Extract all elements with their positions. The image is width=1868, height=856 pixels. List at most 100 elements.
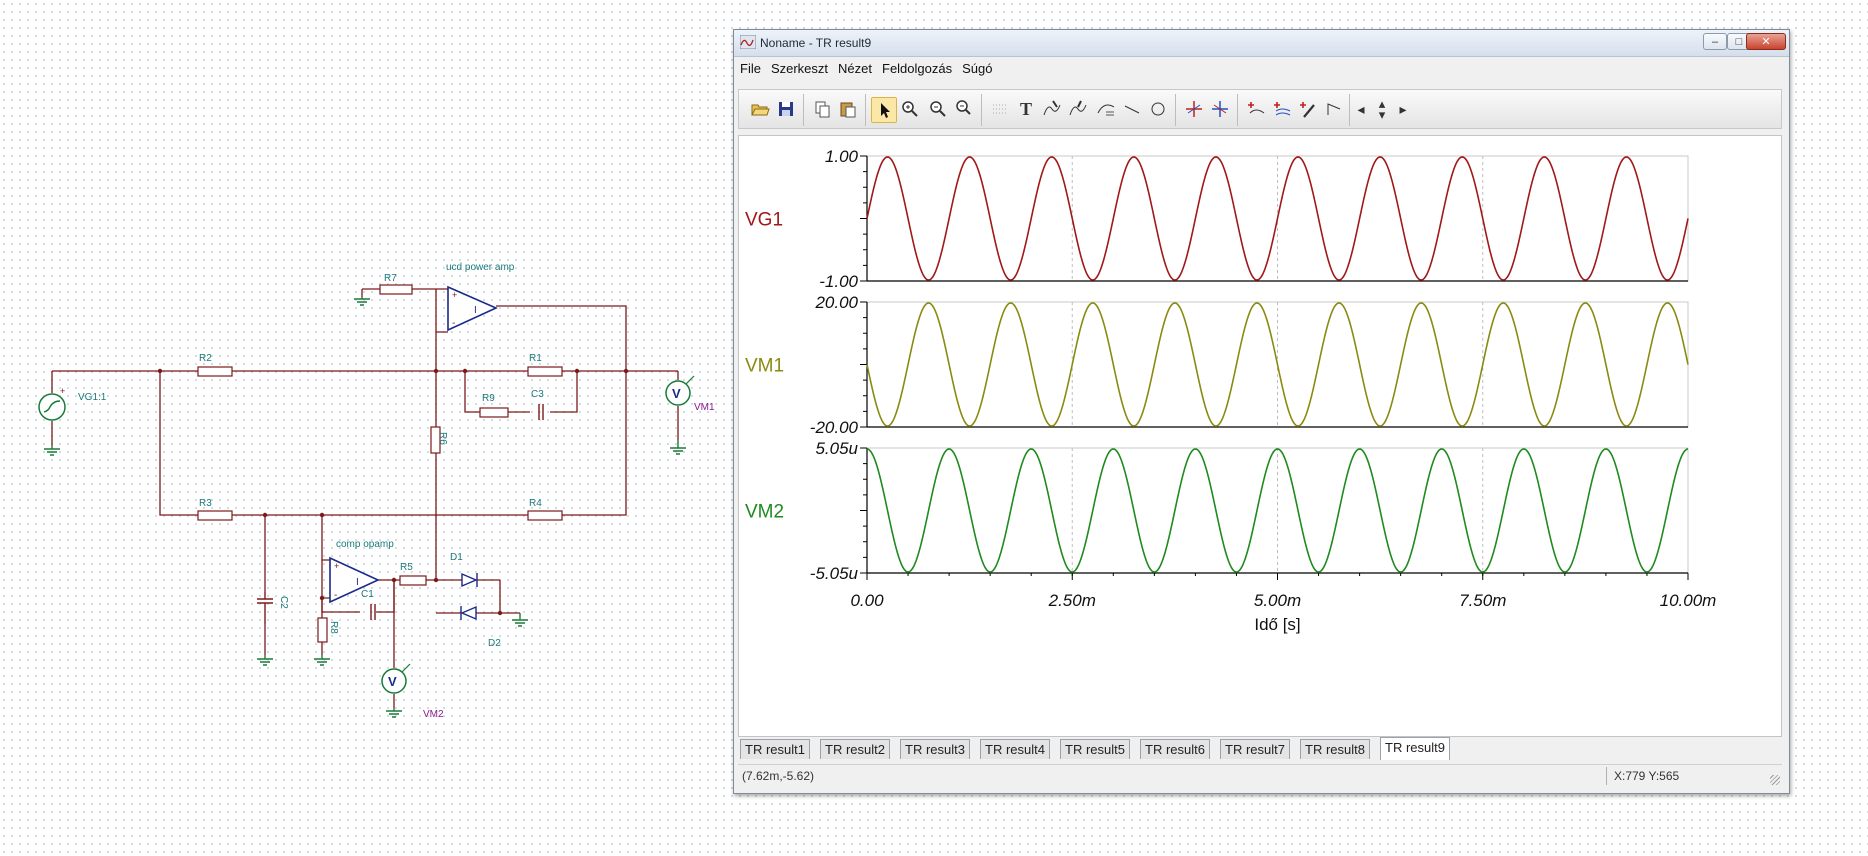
pen-icon[interactable] [1295, 97, 1321, 123]
svg-text:R7: R7 [384, 273, 397, 284]
tab-tr-result6[interactable]: TR result6 [1140, 739, 1210, 759]
r5-body [399, 575, 427, 586]
vm1-meter: V [665, 371, 695, 440]
tab-tr-result8[interactable]: TR result8 [1300, 739, 1370, 759]
copy-icon[interactable] [809, 97, 835, 123]
curve-icon[interactable] [1093, 97, 1119, 123]
line-icon[interactable] [1119, 97, 1145, 123]
y-tick-label-vg1-bottom: -1.00 [819, 272, 858, 291]
svg-text:C1: C1 [361, 589, 374, 600]
tab-tr-result5[interactable]: TR result5 [1060, 739, 1130, 759]
toolbar-separator [981, 94, 982, 126]
r9-body [479, 407, 509, 418]
status-bar: (7.62m,-5.62) X:779 Y:565 [738, 764, 1782, 787]
zoom-100-icon[interactable] [951, 97, 977, 123]
menu-nezet[interactable]: Nézet [832, 57, 876, 76]
series-label-vm2: VM2 [745, 502, 784, 523]
x-tick-label: 5.00m [1254, 591, 1301, 610]
svg-text:R8: R8 [328, 621, 339, 634]
status-mouse-position: X:779 Y:565 [1614, 769, 1680, 783]
toolbar-separator [803, 94, 804, 126]
cursor-a-icon[interactable] [1039, 97, 1065, 123]
marker-b-icon[interactable] [1207, 97, 1233, 123]
text-icon[interactable]: T [1013, 97, 1039, 123]
y-tick-label-vm2-bottom: -5.05u [810, 564, 859, 583]
resize-grip-icon[interactable] [1770, 775, 1780, 785]
tab-tr-result1[interactable]: TR result1 [740, 739, 810, 759]
minimize-button[interactable]: – [1703, 33, 1727, 50]
add-curve-icon[interactable] [1243, 97, 1269, 123]
series-label-vm1: VM1 [745, 356, 784, 377]
diodes [460, 572, 478, 621]
window-title: Noname - TR result9 [760, 36, 872, 50]
pointer-icon[interactable] [871, 97, 897, 123]
toolbar-separator [1175, 94, 1176, 126]
junctions [157, 368, 629, 616]
arrow-updown-icon[interactable]: ▴ ▾ [1371, 97, 1393, 123]
chart: 1.00 -1.00 VG1 20.00 -20.00 VM1 5.05u -5.05u VM2… [745, 147, 1716, 634]
arrow-left-icon[interactable]: ◂ [1353, 97, 1369, 123]
paste-icon[interactable] [835, 97, 861, 123]
close-button[interactable]: ✕ [1746, 33, 1786, 50]
circle-icon[interactable] [1145, 97, 1171, 123]
svg-text:+: + [452, 290, 457, 300]
r7-body [379, 284, 413, 295]
svg-text:-: - [452, 318, 455, 329]
svg-text:R3: R3 [199, 498, 212, 509]
x-tick-label: 0.00 [850, 591, 884, 610]
svg-text:R4: R4 [529, 498, 542, 509]
arrow-down-glyph: ▾ [1378, 107, 1386, 122]
step-icon[interactable] [1321, 97, 1347, 123]
status-cursor-value: (7.62m,-5.62) [742, 769, 815, 783]
save-icon[interactable] [773, 97, 799, 123]
svg-text:VG1:1: VG1:1 [78, 392, 107, 403]
svg-text:-: - [334, 590, 337, 601]
ground-symbols [44, 297, 686, 718]
menu-feldolgozas[interactable]: Feldolgozás [876, 57, 956, 76]
tab-tr-result7[interactable]: TR result7 [1220, 739, 1290, 759]
svg-text:V: V [672, 386, 681, 401]
r2-body [197, 366, 233, 377]
svg-text:R1: R1 [529, 353, 542, 364]
app-icon [740, 35, 756, 49]
r1-body [527, 366, 563, 377]
svg-text:R6: R6 [437, 432, 448, 445]
toolbar-separator [1349, 94, 1350, 126]
add-multi-icon[interactable] [1269, 97, 1295, 123]
resistors [197, 284, 563, 643]
tab-tr-result2[interactable]: TR result2 [820, 739, 890, 759]
cursor-b-icon[interactable] [1065, 97, 1091, 123]
menu-szerkeszt[interactable]: Szerkeszt [765, 57, 832, 76]
svg-text:D1: D1 [450, 552, 463, 563]
arrow-right-icon[interactable]: ▸ [1395, 97, 1411, 123]
menu-file[interactable]: File [734, 57, 765, 76]
menu-sugo[interactable]: Súgó [956, 57, 996, 76]
zoom-in-icon[interactable] [897, 97, 923, 123]
r4-body [527, 510, 563, 521]
zoom-out-icon[interactable] [925, 97, 951, 123]
y-tick-label-vm1-bottom: -20.00 [810, 418, 859, 437]
ucd-power-amp: + - I [447, 285, 498, 332]
grid-icon[interactable] [987, 97, 1013, 123]
marker-a-icon[interactable] [1181, 97, 1207, 123]
svg-text:R9: R9 [482, 393, 495, 404]
tab-tr-result4[interactable]: TR result4 [980, 739, 1050, 759]
tab-tr-result9[interactable]: TR result9 [1380, 737, 1450, 760]
svg-text:ucd power amp: ucd power amp [446, 262, 515, 273]
svg-text:+: + [60, 386, 65, 396]
svg-text:C2: C2 [278, 596, 289, 609]
toolbar: T ◂ ▴ ▾ ▸ [738, 89, 1782, 129]
x-axis-label: Idő [s] [1254, 615, 1300, 634]
y-tick-label-vm2-top: 5.05u [815, 439, 858, 458]
svg-text:R2: R2 [199, 353, 212, 364]
open-icon[interactable] [747, 97, 773, 123]
svg-text:C3: C3 [531, 389, 544, 400]
svg-text:VM1: VM1 [694, 402, 715, 413]
title-bar[interactable]: Noname - TR result9 – □ ✕ [734, 30, 1789, 57]
tab-tr-result3[interactable]: TR result3 [900, 739, 970, 759]
svg-text:I: I [474, 305, 477, 316]
plot-area[interactable]: 1.00 -1.00 VG1 20.00 -20.00 VM1 5.05u -5.05u VM2… [738, 135, 1782, 737]
toolbar-separator [1237, 94, 1238, 126]
menu-bar: File Szerkeszt Nézet Feldolgozás Súgó [734, 57, 1789, 79]
x-tick-label: 7.50m [1459, 591, 1506, 610]
